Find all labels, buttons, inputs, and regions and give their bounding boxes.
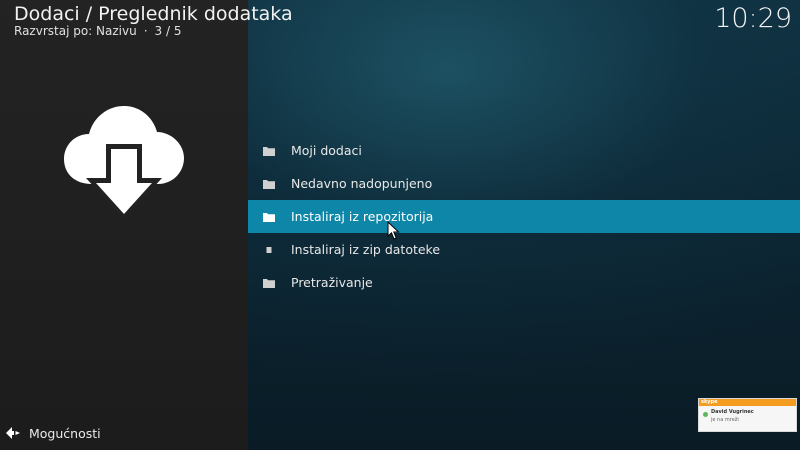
mouse-pointer-icon <box>387 221 400 240</box>
folder-icon <box>263 213 275 222</box>
menu-item-search[interactable]: Pretraživanje <box>248 266 800 299</box>
options-button[interactable]: Mogućnosti <box>6 424 101 444</box>
cloud-download-icon <box>64 106 184 220</box>
folder-icon <box>263 180 275 189</box>
menu-item-install-from-zip[interactable]: Instaliraj iz zip datoteke <box>248 233 800 266</box>
folder-icon <box>263 147 275 156</box>
left-panel <box>0 0 248 450</box>
addon-browser-menu: Moji dodaci Nedavno nadopunjeno Instalir… <box>248 134 800 299</box>
menu-item-label: Instaliraj iz repozitorija <box>291 209 434 224</box>
separator: · <box>143 24 148 38</box>
menu-item-label: Moji dodaci <box>291 143 362 158</box>
clock: 10:29 <box>714 3 792 34</box>
menu-item-install-from-repository[interactable]: Instaliraj iz repozitorija <box>248 200 800 233</box>
menu-item-recently-updated[interactable]: Nedavno nadopunjeno <box>248 167 800 200</box>
contact-name: David Vugrinec <box>711 409 754 415</box>
item-position: 3 / 5 <box>154 24 182 38</box>
contact-status-text: je na mreži <box>711 417 739 423</box>
options-label: Mogućnosti <box>29 426 101 441</box>
folder-icon <box>263 279 275 288</box>
menu-item-label: Instaliraj iz zip datoteke <box>291 242 441 257</box>
online-status-icon <box>703 412 708 417</box>
skype-logo: skype <box>701 399 718 405</box>
menu-item-my-addons[interactable]: Moji dodaci <box>248 134 800 167</box>
page-title: Dodaci / Preglednik dodataka <box>14 3 293 25</box>
file-icon <box>266 247 272 253</box>
menu-item-label: Pretraživanje <box>291 275 373 290</box>
menu-item-label: Nedavno nadopunjeno <box>291 176 433 191</box>
options-arrows-icon <box>6 427 20 439</box>
breadcrumb-sub: Razvrstaj po: Nazivu · 3 / 5 <box>14 23 182 39</box>
sort-label: Razvrstaj po: Nazivu <box>14 24 137 38</box>
skype-notification[interactable]: skype David Vugrinec je na mreži <box>698 398 797 432</box>
